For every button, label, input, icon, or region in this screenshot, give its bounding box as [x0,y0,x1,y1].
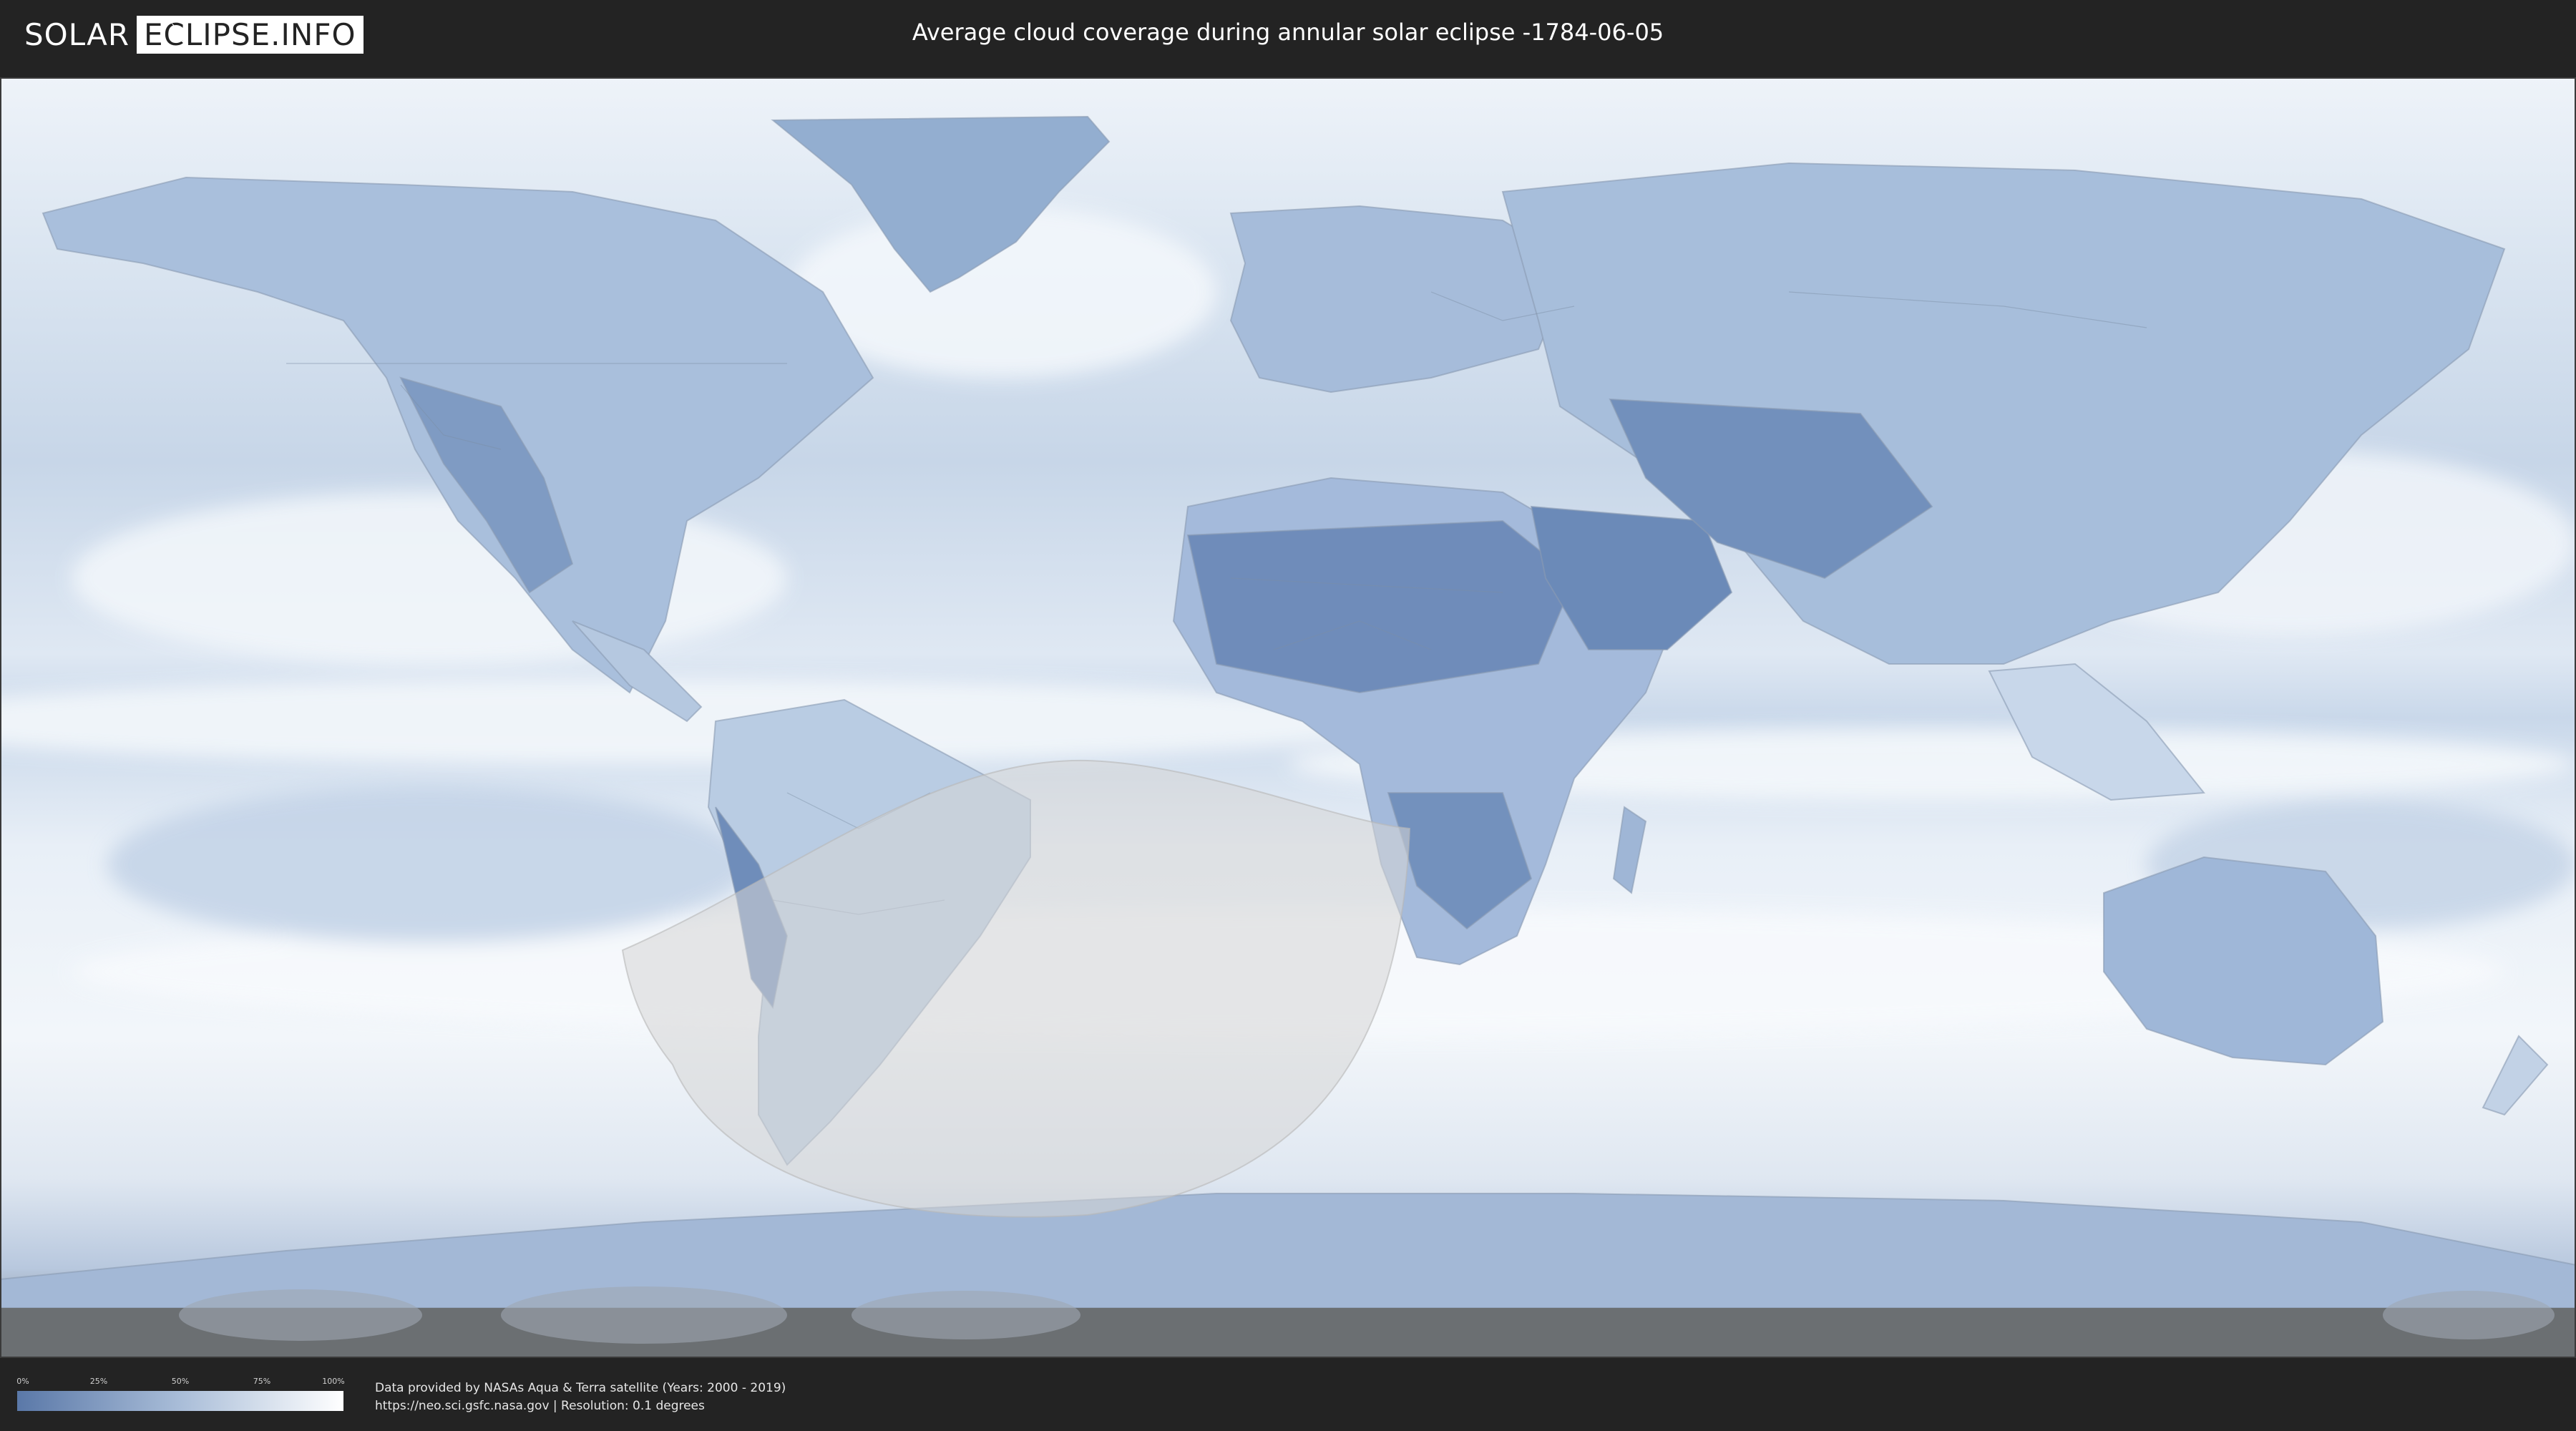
page-title: Average cloud coverage during annular so… [912,19,1664,46]
credit-line-source: Data provided by NASAs Aqua & Terra sate… [375,1381,786,1395]
cloud-coverage-map[interactable] [0,77,2576,1358]
legend-tick: 100% [322,1377,345,1386]
header-bar: SOLAR ECLIPSE.INFO Average cloud coverag… [0,0,2576,72]
sahara-dry [1186,519,1576,694]
legend-tick: 75% [253,1377,271,1386]
footer-bar: 0% 25% 50% 75% 100% Data provided by NAS… [0,1358,2576,1431]
credit-line-url: https://neo.sci.gsfc.nasa.gov | Resoluti… [375,1399,705,1413]
legend-tick: 50% [171,1377,190,1386]
cloud-coverage-legend: 0% 25% 50% 75% 100% [16,1377,345,1415]
legend-tick: 0% [16,1377,29,1386]
data-credits: Data provided by NASAs Aqua & Terra sate… [375,1379,786,1415]
legend-color-bar [17,1391,343,1411]
legend-tick: 25% [89,1377,108,1386]
